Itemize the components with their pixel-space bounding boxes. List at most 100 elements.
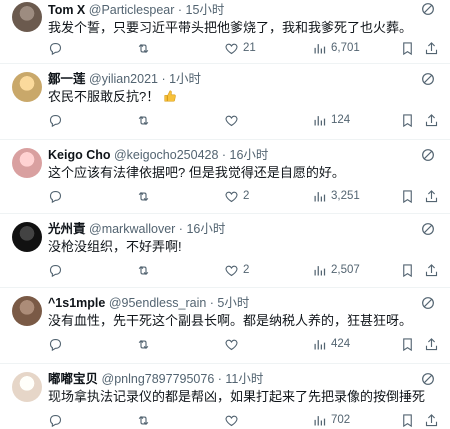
retweet-button[interactable] [136, 260, 155, 280]
bookmark-button[interactable] [400, 38, 415, 58]
views-button[interactable]: 124 [312, 110, 350, 130]
like-button[interactable] [224, 334, 243, 354]
timestamp[interactable]: 16小时 [230, 148, 269, 162]
retweet-button[interactable] [136, 334, 155, 354]
reply-icon [48, 113, 63, 128]
tweet-text: 没有血性，先干死这个副县长啊。都是纳税人养的，狂甚狂呀。 [48, 312, 442, 330]
timestamp[interactable]: 11小时 [225, 372, 263, 386]
likes-count: 2 [243, 264, 250, 276]
views-count: 702 [331, 414, 351, 426]
retweet-button[interactable] [136, 110, 155, 130]
avatar[interactable] [12, 222, 42, 252]
reply-button[interactable] [48, 410, 67, 429]
timestamp[interactable]: 1小时 [169, 72, 201, 86]
thumbs-up-icon [164, 90, 176, 102]
share-button[interactable] [424, 334, 439, 354]
avatar[interactable] [12, 148, 42, 178]
like-button[interactable]: 2 [224, 260, 249, 280]
reply-tweet[interactable]: ^1s1mple @95endless_rain · 5小时 没有血性，先干死这个… [0, 288, 450, 364]
bookmark-button[interactable] [400, 110, 415, 130]
bookmark-icon [400, 263, 415, 278]
user-handle[interactable]: @yilian2021 [89, 72, 158, 86]
avatar[interactable] [12, 372, 42, 402]
likes-count: 2 [243, 190, 250, 202]
timestamp[interactable]: 5小时 [217, 296, 249, 310]
user-handle[interactable]: @pnlng7897795076 [102, 372, 215, 386]
heart-icon [224, 263, 239, 278]
timestamp[interactable]: 16小时 [186, 222, 225, 236]
display-name[interactable]: ^1s1mple [48, 296, 105, 310]
reply-button[interactable] [48, 186, 67, 206]
tweet-header: Tom X @Particlespear · 15小时 [48, 1, 410, 19]
tweet-actions: 2 3,251 [40, 186, 450, 206]
like-button[interactable]: 2 [224, 186, 249, 206]
user-handle[interactable]: @keigocho250428 [114, 148, 218, 162]
display-name[interactable]: 嘟嘟宝贝 [48, 372, 98, 386]
reply-feed: Tom X @Particlespear · 15小时 我发个誓，只要习近平带头把… [0, 0, 450, 429]
share-button[interactable] [424, 260, 439, 280]
tweet-actions: 702 [40, 410, 450, 429]
user-handle[interactable]: @95endless_rain [109, 296, 206, 310]
reply-button[interactable] [48, 334, 67, 354]
avatar[interactable] [12, 2, 42, 32]
share-button[interactable] [424, 110, 439, 130]
display-name[interactable]: Keigo Cho [48, 148, 111, 162]
display-name[interactable]: 鄒一莲 [48, 72, 86, 86]
user-handle[interactable]: @Particlespear [89, 3, 175, 17]
share-icon [424, 263, 439, 278]
reply-tweet[interactable]: 鄒一莲 @yilian2021 · 1小时 农民不服敢反抗?！ 124 [0, 64, 450, 140]
tweet-text: 农民不服敢反抗?！ [48, 88, 442, 106]
tweet-header: 鄒一莲 @yilian2021 · 1小时 [48, 70, 410, 88]
bookmark-button[interactable] [400, 334, 415, 354]
avatar[interactable] [12, 296, 42, 326]
tweet-text: 现场拿执法记录仪的都是帮凶，如果打起来了先把录像的按倒捶死 [48, 388, 442, 406]
reply-button[interactable] [48, 38, 67, 58]
bookmark-icon [400, 189, 415, 204]
views-button[interactable]: 702 [312, 410, 350, 429]
views-button[interactable]: 2,507 [312, 260, 360, 280]
reply-tweet[interactable]: Keigo Cho @keigocho250428 · 16小时 这个应该有法律依… [0, 140, 450, 214]
retweet-button[interactable] [136, 186, 155, 206]
bookmark-icon [400, 41, 415, 56]
display-name[interactable]: 光州責 [48, 222, 86, 236]
tweet-text-content: 农民不服敢反抗?！ [48, 89, 160, 104]
reply-tweet[interactable]: 光州責 @markwallover · 16小时 没枪没组织，不好弄啊! 2 2,50… [0, 214, 450, 288]
bookmark-button[interactable] [400, 260, 415, 280]
grok-icon[interactable] [420, 1, 436, 17]
grok-icon[interactable] [420, 71, 436, 87]
retweet-button[interactable] [136, 410, 155, 429]
views-chart-icon [312, 41, 327, 56]
like-button[interactable] [224, 410, 243, 429]
grok-icon[interactable] [420, 147, 436, 163]
header-separator: · [157, 72, 170, 86]
heart-icon [224, 413, 239, 428]
like-button[interactable]: 21 [224, 38, 256, 58]
retweet-icon [136, 41, 151, 56]
retweet-button[interactable] [136, 38, 155, 58]
grok-icon[interactable] [420, 295, 436, 311]
reply-tweet[interactable]: 嘟嘟宝贝 @pnlng7897795076 · 11小时 现场拿执法记录仪的都是帮… [0, 364, 450, 429]
user-handle[interactable]: @markwallover [89, 222, 175, 236]
views-button[interactable]: 424 [312, 334, 350, 354]
timestamp[interactable]: 15小时 [186, 3, 225, 17]
tweet-text-content: 现场拿执法记录仪的都是帮凶，如果打起来了先把录像的按倒捶死 [48, 389, 426, 404]
avatar[interactable] [12, 72, 42, 102]
reply-button[interactable] [48, 260, 67, 280]
share-button[interactable] [424, 410, 439, 429]
views-count: 3,251 [331, 190, 360, 202]
tweet-header: Keigo Cho @keigocho250428 · 16小时 [48, 146, 410, 164]
grok-icon[interactable] [420, 221, 436, 237]
grok-icon[interactable] [420, 371, 436, 387]
share-button[interactable] [424, 186, 439, 206]
views-button[interactable]: 6,701 [312, 38, 360, 58]
bookmark-button[interactable] [400, 186, 415, 206]
tweet-header: 光州責 @markwallover · 16小时 [48, 220, 410, 238]
share-button[interactable] [424, 38, 439, 58]
display-name[interactable]: Tom X [48, 3, 85, 17]
bookmark-button[interactable] [400, 410, 415, 429]
share-icon [424, 413, 439, 428]
reply-button[interactable] [48, 110, 67, 130]
like-button[interactable] [224, 110, 243, 130]
reply-tweet[interactable]: Tom X @Particlespear · 15小时 我发个誓，只要习近平带头把… [0, 0, 450, 64]
views-button[interactable]: 3,251 [312, 186, 360, 206]
